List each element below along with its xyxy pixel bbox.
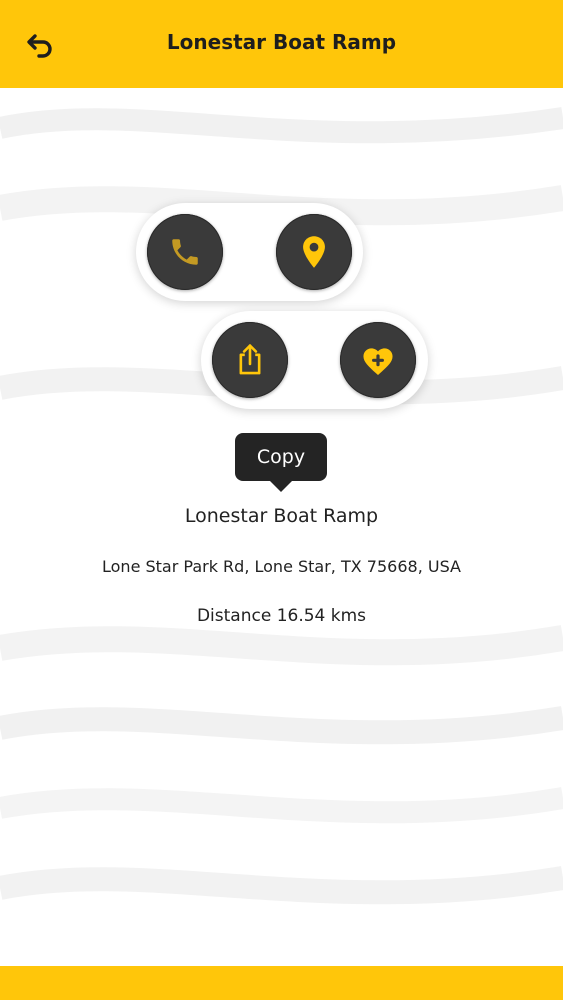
- copy-tooltip[interactable]: Copy: [235, 433, 327, 481]
- location-button[interactable]: [276, 214, 352, 290]
- call-button[interactable]: [147, 214, 223, 290]
- location-pin-icon: [303, 236, 325, 268]
- phone-icon: [172, 239, 198, 265]
- bottom-bar: [0, 966, 563, 1000]
- heart-plus-icon: [363, 348, 393, 376]
- share-icon: [239, 344, 261, 375]
- place-name: Lonestar Boat Ramp: [184, 505, 379, 527]
- screen: Lonestar Boat Ramp Copy Lonestar Boat Ra…: [0, 0, 563, 1000]
- page-title: Lonestar Boat Ramp: [166, 30, 397, 54]
- place-address: Lone Star Park Rd, Lone Star, TX 75668, …: [102, 557, 461, 576]
- app-bar: Lonestar Boat Ramp: [0, 0, 563, 88]
- place-distance: Distance 16.54 kms: [196, 606, 367, 626]
- tooltip-pointer: [270, 481, 292, 492]
- add-favorite-button[interactable]: [340, 322, 416, 398]
- share-button[interactable]: [212, 322, 288, 398]
